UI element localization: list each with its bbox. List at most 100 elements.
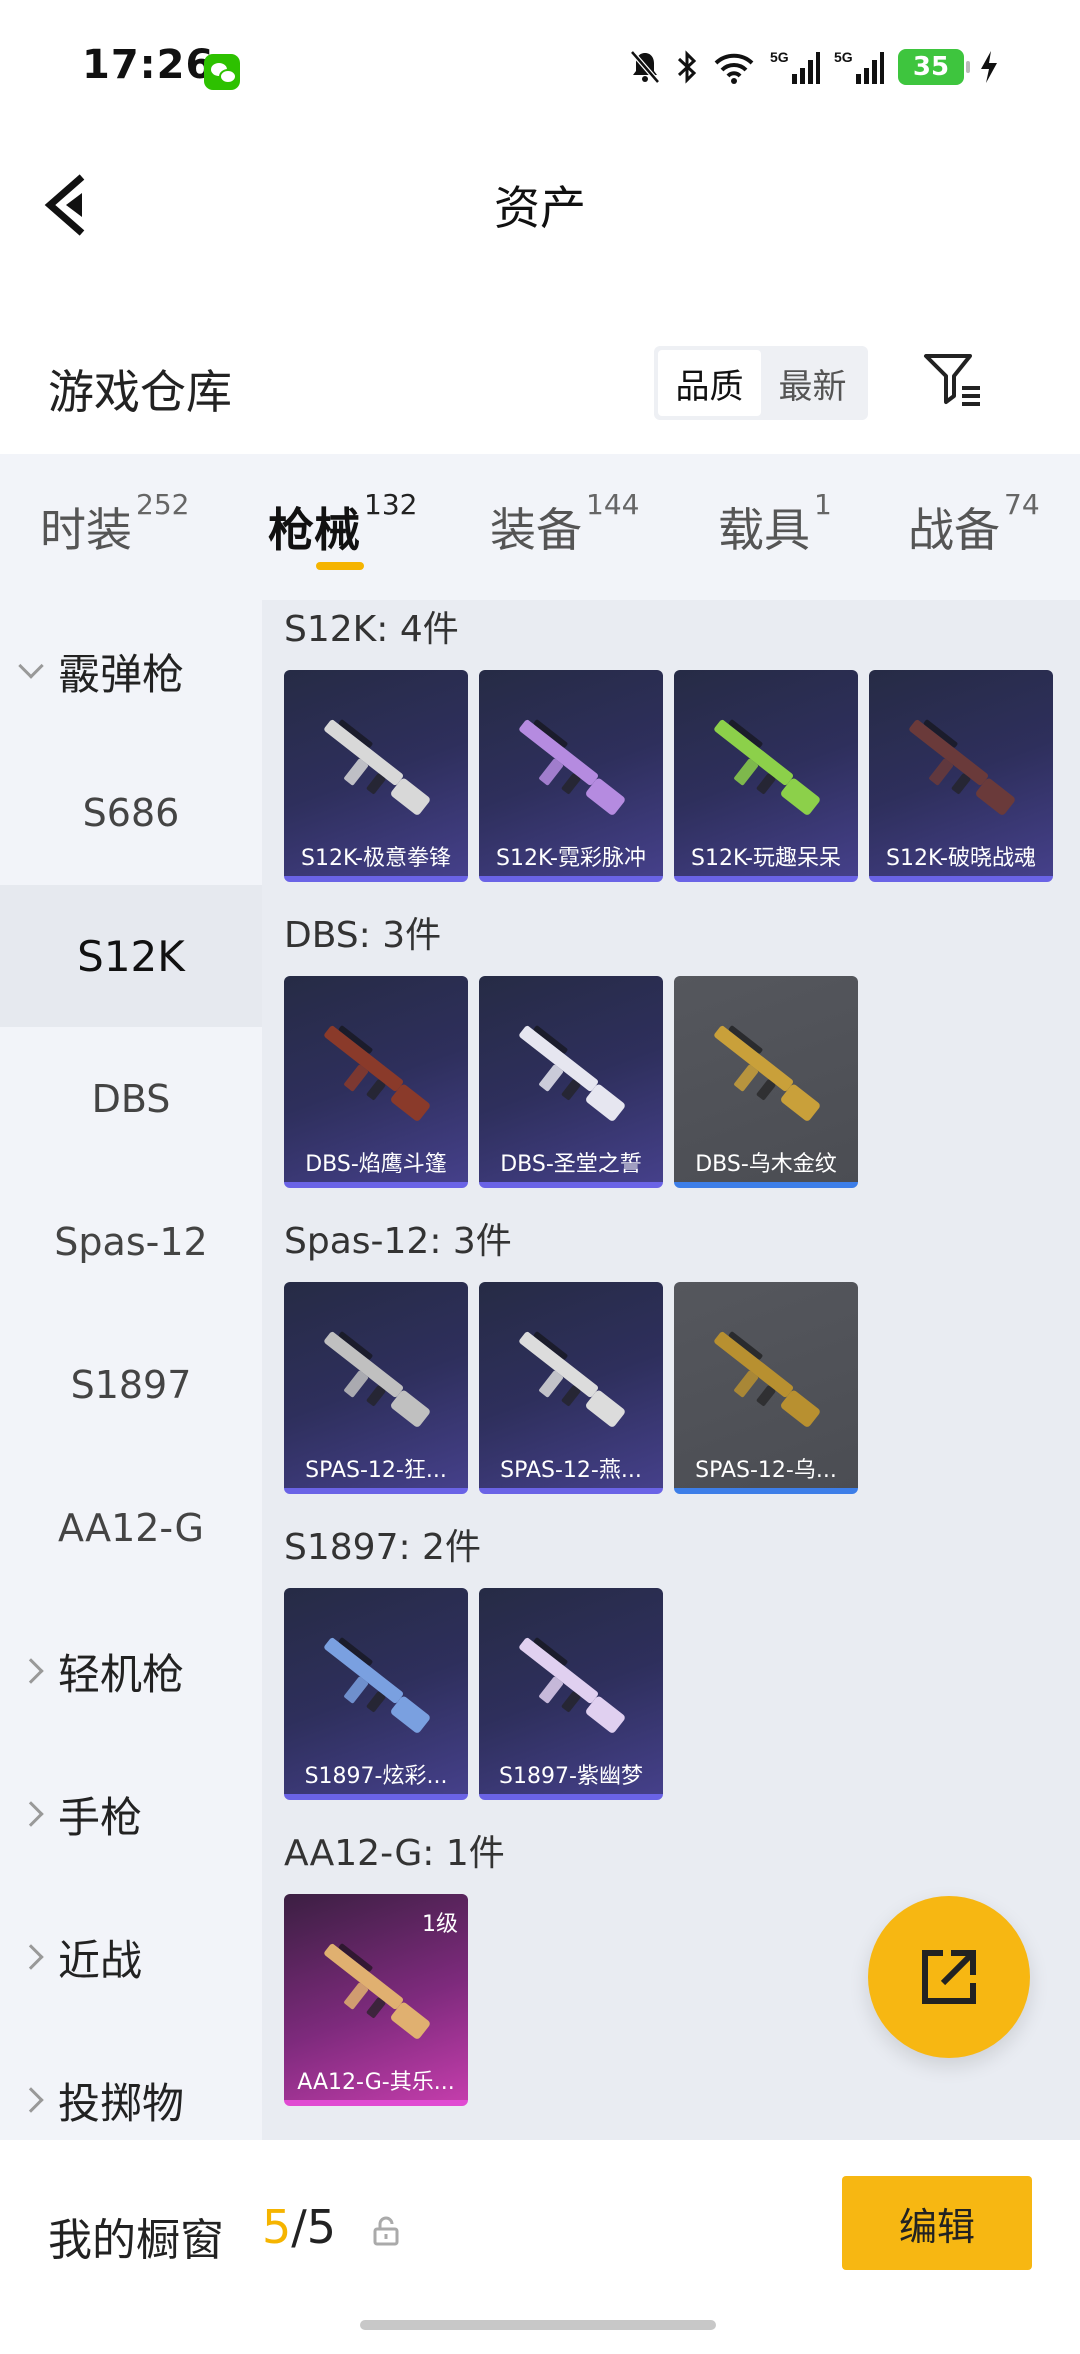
skin-name: SPAS-12-狂... — [305, 1458, 447, 1483]
group-label: AA12-G: 1件 — [284, 1833, 505, 1874]
share-button[interactable] — [868, 1896, 1030, 2058]
group-label: S12K: 4件 — [284, 609, 459, 650]
category-tabs: 时装 252 枪械 132 装备 144 载具 1 战备 74 — [0, 454, 1080, 600]
tab-label: 装备 — [490, 503, 582, 557]
gun-icon — [714, 719, 820, 815]
skin-name: DBS-圣堂之誓 — [500, 1152, 642, 1177]
page-title: 资产 — [494, 181, 586, 235]
status-bar: 17:26 5G 5G 35 — [0, 0, 1080, 140]
tab-count: 252 — [136, 488, 190, 521]
chevron-right-icon — [18, 1658, 44, 1684]
sidebar-group-label: 霰弹枪 — [58, 649, 185, 699]
skin-card[interactable]: DBS-圣堂之誓 — [479, 976, 663, 1188]
sort-by-newest-button[interactable]: 最新 — [761, 350, 864, 416]
skin-card[interactable]: SPAS-12-燕... — [479, 1282, 663, 1494]
chevron-down-icon — [18, 653, 44, 679]
skin-level-badge: 1级 — [422, 1912, 458, 1937]
sidebar-group-label: 手枪 — [58, 1792, 143, 1842]
skin-name: DBS-焰鹰斗篷 — [305, 1152, 447, 1177]
skin-name: DBS-乌木金纹 — [695, 1152, 837, 1177]
skin-card[interactable]: S12K-霓彩脉冲 — [479, 670, 663, 882]
filter-button[interactable] — [922, 350, 986, 410]
gun-icon — [519, 1025, 625, 1121]
charging-bolt-icon — [981, 51, 997, 83]
tab-label: 战备 — [908, 503, 1000, 557]
gun-icon — [519, 1637, 625, 1733]
warehouse-title: 游戏仓库 — [48, 365, 232, 419]
gun-icon — [324, 1637, 430, 1733]
share-external-icon — [922, 1950, 976, 2004]
showcase-total: 5 — [306, 2200, 337, 2254]
sort-by-quality-button[interactable]: 品质 — [658, 350, 761, 416]
gun-icon — [714, 1331, 820, 1427]
wifi-icon — [714, 53, 754, 84]
gun-icon — [324, 1943, 430, 2039]
skin-card[interactable]: SPAS-12-狂... — [284, 1282, 468, 1494]
signal-5g-icon: 5G — [770, 49, 820, 84]
sidebar-group-melee[interactable]: 近战 — [0, 1886, 262, 2028]
gun-icon — [714, 1025, 820, 1121]
tab-supplies[interactable]: 战备 74 — [908, 488, 1040, 560]
sidebar-item-dbs[interactable]: DBS — [0, 1028, 262, 1170]
gun-icon — [909, 719, 1015, 815]
network-type-label: 5G — [770, 49, 789, 65]
status-time: 17:26 — [82, 42, 215, 88]
battery-indicator: 35 — [898, 49, 970, 85]
sidebar-group-shotgun[interactable]: 霰弹枪 — [0, 600, 262, 742]
edit-button[interactable]: 编辑 — [842, 2176, 1032, 2270]
bluetooth-icon — [677, 50, 697, 84]
tab-vehicles[interactable]: 载具 1 — [718, 488, 832, 560]
sort-toggle: 品质 最新 — [654, 346, 868, 420]
showcase-label: 我的橱窗 — [48, 2215, 224, 2266]
skin-name: S12K-霓彩脉冲 — [495, 846, 646, 871]
wechat-notification-icon — [204, 54, 240, 90]
tab-count: 144 — [586, 488, 640, 521]
tab-count: 132 — [364, 488, 418, 521]
group-label: DBS: 3件 — [284, 915, 442, 956]
gun-icon — [324, 719, 430, 815]
skin-name: S1897-炫彩... — [304, 1764, 448, 1789]
skin-name: SPAS-12-乌... — [695, 1458, 837, 1483]
sidebar-group-throwables[interactable]: 投掷物 — [0, 2029, 262, 2140]
skin-name: S1897-紫幽梦 — [499, 1764, 643, 1789]
sidebar-item-s1897[interactable]: S1897 — [0, 1314, 262, 1456]
skin-name: AA12-G-其乐... — [297, 2070, 455, 2095]
tab-equipment[interactable]: 装备 144 — [490, 488, 639, 560]
showcase-current: 5 — [262, 2200, 292, 2254]
skin-card[interactable]: DBS-乌木金纹 — [674, 976, 858, 1188]
skin-name: S12K-破晓战魂 — [885, 846, 1036, 871]
skin-card[interactable]: S1897-紫幽梦 — [479, 1588, 663, 1800]
mute-bell-icon — [630, 50, 660, 84]
sidebar-group-label: 轻机枪 — [58, 1649, 185, 1699]
status-icons: 5G 5G 35 — [628, 48, 1000, 86]
tab-firearms[interactable]: 枪械 132 — [268, 488, 417, 560]
skin-card[interactable]: DBS-焰鹰斗篷 — [284, 976, 468, 1188]
skin-name: S12K-玩趣呆呆 — [690, 846, 841, 871]
skin-card[interactable]: S1897-炫彩... — [284, 1588, 468, 1800]
skin-name: S12K-极意拳锋 — [300, 846, 451, 871]
chevron-right-icon — [18, 1944, 44, 1970]
skin-card[interactable]: S12K-玩趣呆呆 — [674, 670, 858, 882]
sidebar-item-s686[interactable]: S686 — [0, 742, 262, 884]
skin-card[interactable]: S12K-极意拳锋 — [284, 670, 468, 882]
weapon-type-sidebar: 霰弹枪 S686 S12K DBS Spas-12 S1897 AA12-G 轻… — [0, 600, 262, 2140]
showcase-count: 5/5 — [262, 2200, 336, 2254]
sidebar-group-pistol[interactable]: 手枪 — [0, 1743, 262, 1885]
sidebar-item-s12k[interactable]: S12K — [0, 885, 262, 1027]
showcase-bar: 我的橱窗 5/5 编辑 — [0, 2140, 1080, 2354]
tab-label: 枪械 — [268, 503, 360, 557]
skin-card[interactable]: SPAS-12-乌... — [674, 1282, 858, 1494]
sidebar-item-spas-12[interactable]: Spas-12 — [0, 1171, 262, 1313]
unlock-icon — [373, 2216, 399, 2246]
gun-icon — [324, 1331, 430, 1427]
gun-icon — [519, 1331, 625, 1427]
tab-fashion[interactable]: 时装 252 — [40, 488, 189, 560]
chevron-right-icon — [18, 2087, 44, 2113]
group-label: S1897: 2件 — [284, 1527, 481, 1568]
filter-icon — [924, 354, 980, 406]
skin-card[interactable]: S12K-破晓战魂 — [869, 670, 1053, 882]
skin-card[interactable]: 1级 AA12-G-其乐... — [284, 1894, 468, 2106]
sidebar-item-aa12-g[interactable]: AA12-G — [0, 1457, 262, 1599]
sidebar-group-lmg[interactable]: 轻机枪 — [0, 1600, 262, 1742]
tab-label: 载具 — [718, 503, 810, 557]
